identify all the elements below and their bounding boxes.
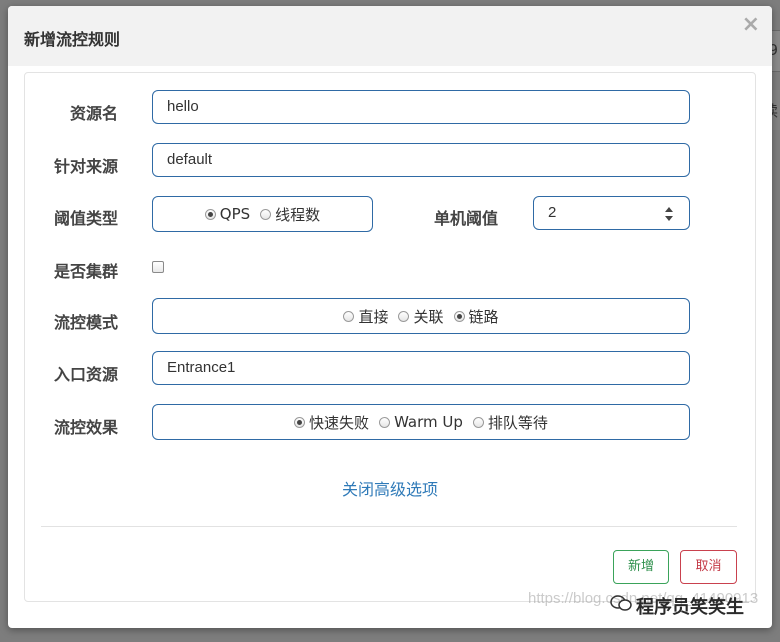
- flow-mode-option-label: 链路: [468, 307, 499, 326]
- flow-mode-option-direct[interactable]: 直接: [343, 306, 388, 327]
- flow-effect-option-label: Warm Up: [394, 413, 463, 431]
- flow-mode-option-relate[interactable]: 关联: [398, 306, 444, 327]
- spinner-down-icon[interactable]: [665, 216, 673, 221]
- source-label: 针对来源: [53, 157, 118, 176]
- single-threshold-input[interactable]: 2: [533, 196, 690, 230]
- threshold-type-option-label: QPS: [219, 205, 251, 223]
- single-threshold-value: 2: [548, 204, 557, 221]
- threshold-type-option-thread[interactable]: 线程数: [260, 204, 320, 225]
- cluster-checkbox[interactable]: [152, 261, 164, 273]
- spinner-up-icon[interactable]: [665, 207, 673, 212]
- radio-unselected-icon[interactable]: [398, 310, 410, 322]
- radio-unselected-icon[interactable]: [472, 416, 484, 428]
- number-spinner-icon[interactable]: [665, 207, 675, 221]
- watermark-brand: 程序员笑笑生: [636, 597, 744, 618]
- dialog-header: 新增流控规则 ×: [8, 6, 772, 66]
- source-input[interactable]: default: [152, 143, 690, 177]
- flow-effect-option-queue[interactable]: 排队等待: [472, 412, 548, 433]
- wechat-icon: [610, 595, 632, 611]
- flow-mode-option-label: 直接: [358, 307, 389, 326]
- radio-unselected-icon[interactable]: [260, 208, 272, 220]
- radio-selected-icon[interactable]: [453, 310, 465, 322]
- cluster-label: 是否集群: [53, 262, 118, 281]
- threshold-type-option-label: 线程数: [275, 205, 321, 224]
- threshold-type-label: 阈值类型: [53, 209, 118, 228]
- threshold-type-radio-group: QPS 线程数: [152, 196, 373, 232]
- entry-resource-input[interactable]: Entrance1: [152, 351, 690, 385]
- flow-effect-option-label: 快速失败: [309, 413, 370, 432]
- add-flow-rule-dialog: 新增流控规则 × 资源名 hello 针对来源 default 阈值类型 QPS…: [8, 6, 772, 628]
- radio-selected-icon[interactable]: [204, 208, 216, 220]
- flow-mode-option-label: 关联: [413, 307, 444, 326]
- flow-mode-radio-group: 直接 关联 链路: [152, 298, 690, 334]
- radio-unselected-icon[interactable]: [379, 416, 391, 428]
- flow-effect-option-warm-up[interactable]: Warm Up: [379, 413, 463, 431]
- entry-resource-label: 入口资源: [53, 365, 118, 384]
- dialog-title: 新增流控规则: [24, 30, 121, 49]
- flow-effect-option-label: 排队等待: [487, 413, 548, 432]
- threshold-type-option-qps[interactable]: QPS: [204, 205, 251, 223]
- flow-mode-option-chain[interactable]: 链路: [453, 306, 499, 327]
- flow-effect-option-fast-fail[interactable]: 快速失败: [294, 412, 369, 433]
- close-icon[interactable]: ×: [742, 12, 760, 37]
- radio-unselected-icon[interactable]: [343, 310, 355, 322]
- resource-label: 资源名: [69, 104, 118, 123]
- radio-selected-icon[interactable]: [294, 416, 306, 428]
- close-advanced-options-link[interactable]: 关闭高级选项: [8, 476, 772, 500]
- add-button[interactable]: 新增: [613, 550, 669, 584]
- flow-effect-radio-group: 快速失败 Warm Up 排队等待: [152, 404, 690, 440]
- cancel-button[interactable]: 取消: [680, 550, 737, 584]
- single-threshold-label: 单机阈值: [433, 209, 498, 228]
- flow-effect-label: 流控效果: [53, 418, 118, 437]
- footer-divider: [41, 526, 737, 527]
- flow-mode-label: 流控模式: [53, 313, 118, 332]
- resource-input[interactable]: hello: [152, 90, 690, 124]
